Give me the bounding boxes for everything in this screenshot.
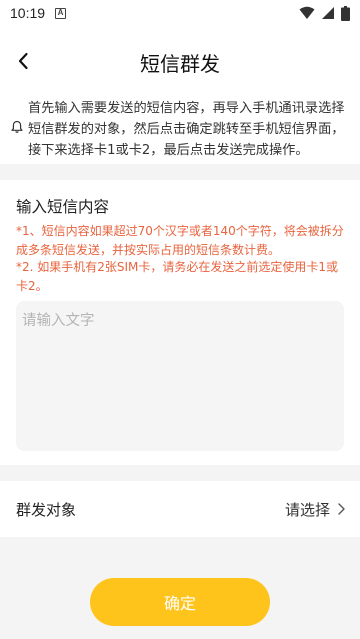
warning-text-1: *1、短信内容如果超过70个汉字或者140个字符，将会被拆分成多条短信发送，并按… xyxy=(16,224,344,257)
confirm-button[interactable]: 确定 xyxy=(90,578,270,626)
notice-text: 首先输入需要发送的短信内容，再导入手机通讯录选择短信群发的对象，然后点击确定跳转… xyxy=(28,101,345,158)
status-icons xyxy=(299,5,350,21)
notification-a-icon: A xyxy=(55,7,67,19)
bell-icon xyxy=(11,120,23,133)
notice-panel: 首先输入需要发送的短信内容，再导入手机通讯录选择短信群发的对象，然后点击确定跳转… xyxy=(0,96,360,164)
status-bar: 10:19 A xyxy=(0,0,360,26)
recipients-label: 群发对象 xyxy=(16,500,77,519)
message-card: 输入短信内容 *1、短信内容如果超过70个汉字或者140个字符，将会被拆分成多条… xyxy=(0,180,360,465)
section-title: 输入短信内容 xyxy=(16,198,110,216)
battery-icon xyxy=(341,5,350,21)
wifi-icon xyxy=(299,6,315,19)
header: 短信群发 xyxy=(0,26,360,96)
warning-text-2: *2. 如果手机有2张SIM卡，请务必在发送之前选定使用卡1或卡2。 xyxy=(16,260,339,293)
message-input[interactable] xyxy=(16,301,344,451)
status-time: 10:19 xyxy=(10,5,46,21)
signal-icon xyxy=(322,7,334,19)
chevron-right-icon xyxy=(338,503,345,515)
page-title: 短信群发 xyxy=(140,52,220,76)
recipients-row[interactable]: 群发对象 请选择 xyxy=(0,481,360,537)
recipients-value: 请选择 xyxy=(284,500,330,519)
